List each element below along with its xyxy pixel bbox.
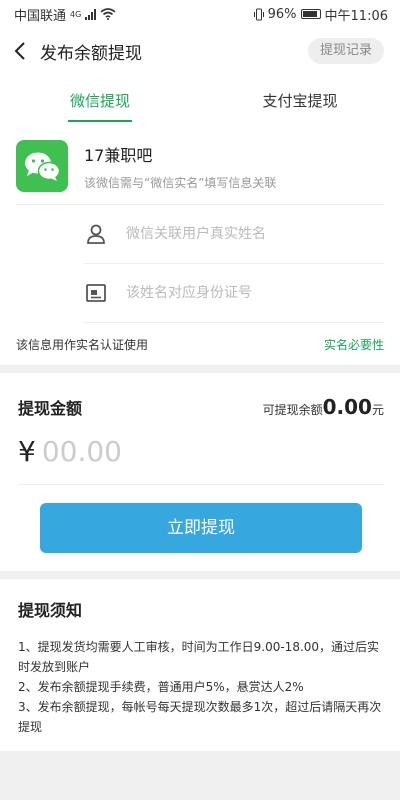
real-name-row: [84, 205, 384, 264]
wechat-account-hint: 该微信需与“微信实名”填写信息关联: [84, 175, 277, 190]
tabs: 微信提现 支付宝提现: [0, 74, 400, 126]
available-unit: 元: [371, 403, 384, 417]
wechat-account-row: 17兼职吧 该微信需与“微信实名”填写信息关联: [16, 126, 384, 205]
wechat-info: 17兼职吧 该微信需与“微信实名”填写信息关联: [84, 140, 276, 192]
currency-symbol: ¥: [18, 435, 36, 468]
tab-wechat-withdraw[interactable]: 微信提现: [0, 74, 200, 126]
amount-title: 提现金额: [18, 399, 83, 418]
network-type: 4G: [70, 9, 82, 19]
withdraw-now-button[interactable]: 立即提现: [40, 503, 362, 553]
amount-card: 提现金额 可提现余额0.00元 ¥ 立即提现: [0, 373, 400, 571]
wechat-logo-icon: [16, 140, 68, 192]
header: 发布余额提现 提现记录: [0, 28, 400, 74]
rule-item: 1、提现发货均需要人工审核，时间为工作日9.00-18.00，通过后实时发放到账…: [18, 640, 380, 674]
status-left: 中国联通 4G: [14, 5, 116, 24]
available-value: 0.00: [322, 395, 372, 419]
account-card: 17兼职吧 该微信需与“微信实名”填写信息关联 该信息用作实名认证使用 实名必要…: [0, 126, 400, 365]
battery-icon: [300, 9, 321, 19]
carrier-label: 中国联通: [14, 8, 67, 24]
page-title: 发布余额提现: [40, 43, 142, 64]
available-balance: 可提现余额0.00元: [263, 395, 384, 419]
status-right: 96% 中午11:06: [253, 5, 388, 24]
verification-notice: 该信息用作实名认证使用: [16, 337, 149, 352]
back-button[interactable]: [0, 28, 40, 74]
amount-input-row: ¥: [18, 419, 384, 485]
tab-alipay-withdraw[interactable]: 支付宝提现: [200, 74, 400, 126]
id-card-icon: [84, 281, 108, 305]
withdraw-rules: 提现须知 1、提现发货均需要人工审核，时间为工作日9.00-18.00，通过后实…: [0, 579, 400, 751]
vibrate-icon: [253, 8, 264, 20]
wechat-account-name: 17兼职吧: [84, 145, 153, 165]
id-number-input[interactable]: [126, 285, 384, 301]
status-bar: 中国联通 4G 96% 中午11:06: [0, 0, 400, 28]
clock: 中午11:06: [324, 8, 388, 24]
user-icon: [84, 222, 108, 246]
rule-item: 2、发布余额提现手续费，普通用户5%，悬赏达人2%: [18, 680, 304, 694]
wifi-icon: [100, 8, 116, 20]
rules-title: 提现须知: [18, 601, 83, 620]
id-number-row: [84, 264, 384, 323]
withdraw-record-button[interactable]: 提现记录: [307, 38, 384, 64]
chevron-left-icon: [14, 42, 25, 60]
signal-icon: [85, 8, 97, 20]
battery-percent: 96%: [267, 6, 297, 22]
rule-item: 3、发布余额提现，每帐号每天提现次数最多1次，超过后请隔天再次提现: [18, 700, 382, 734]
verification-notice-row: 该信息用作实名认证使用 实名必要性: [16, 323, 384, 365]
amount-input[interactable]: [41, 435, 242, 468]
real-name-input[interactable]: [126, 226, 384, 242]
available-label: 可提现余额: [262, 403, 323, 417]
amount-header: 提现金额 可提现余额0.00元: [18, 373, 384, 419]
verification-necessity-link[interactable]: 实名必要性: [324, 336, 384, 353]
